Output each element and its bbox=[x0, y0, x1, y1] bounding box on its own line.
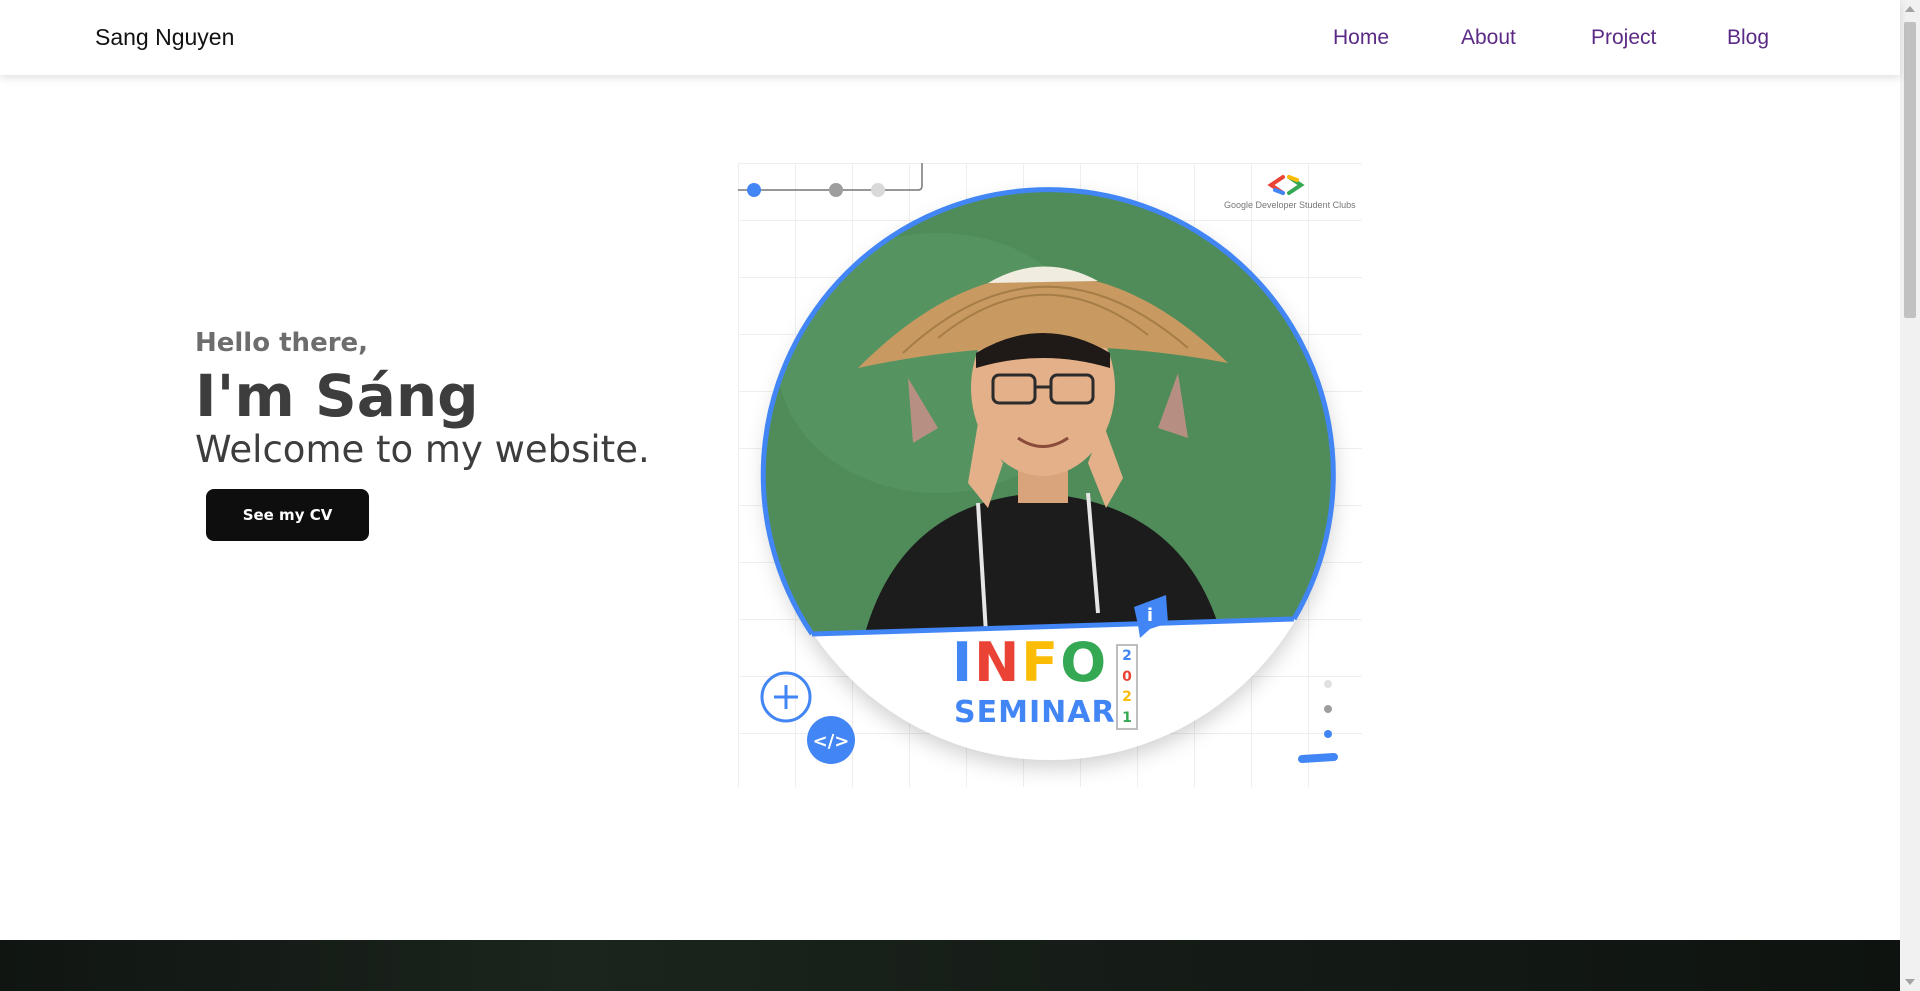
info-letter-o: O bbox=[1060, 631, 1109, 694]
year-box: 2 0 2 1 bbox=[1116, 644, 1138, 730]
code-badge-text: </> bbox=[813, 731, 850, 752]
year-digit: 2 bbox=[1122, 648, 1132, 665]
gdsc-caption: Google Developer Student Clubs bbox=[1224, 200, 1356, 210]
nav-link-home[interactable]: Home bbox=[1333, 26, 1389, 50]
info-flag-text: i bbox=[1147, 605, 1153, 626]
nav-link-about[interactable]: About bbox=[1461, 26, 1516, 50]
scrollbar-thumb[interactable] bbox=[1904, 22, 1916, 318]
hero-headline: I'm Sáng bbox=[195, 362, 479, 430]
vertical-scrollbar[interactable] bbox=[1900, 0, 1920, 991]
hero-welcome: Welcome to my website. bbox=[195, 428, 650, 471]
scroll-up-arrow-icon[interactable] bbox=[1905, 6, 1915, 12]
nav-link-blog[interactable]: Blog bbox=[1727, 26, 1769, 50]
dots-decoration bbox=[1298, 680, 1338, 763]
gdsc-logo-icon bbox=[1267, 175, 1305, 195]
scroll-down-arrow-icon[interactable] bbox=[1905, 979, 1915, 985]
nav-link-project[interactable]: Project bbox=[1591, 26, 1656, 50]
code-badge-icon: </> bbox=[807, 716, 855, 764]
year-digit: 0 bbox=[1122, 668, 1132, 685]
brand-link[interactable]: Sang Nguyen bbox=[95, 24, 234, 51]
year-digit: 1 bbox=[1122, 709, 1132, 726]
plus-circle-icon bbox=[760, 671, 812, 723]
seminar-title: SEMINAR bbox=[954, 695, 1116, 730]
top-navbar: Sang Nguyen Home About Project Blog bbox=[0, 0, 1900, 75]
dark-section-band bbox=[0, 940, 1900, 991]
info-letter-f: F bbox=[1021, 631, 1061, 694]
year-digit: 2 bbox=[1122, 689, 1132, 706]
profile-card: i </> Google Developer Student Clubs INF… bbox=[738, 163, 1362, 787]
info-letter-n: N bbox=[974, 631, 1022, 694]
see-cv-button[interactable]: See my CV bbox=[206, 489, 369, 541]
hero-greeting: Hello there, bbox=[195, 328, 369, 358]
info-title: INFO bbox=[952, 635, 1108, 691]
info-letter-i: I bbox=[952, 631, 975, 694]
hero-text: Hello there, I'm Sáng Welcome to my webs… bbox=[195, 328, 650, 472]
progress-track-decoration bbox=[738, 163, 923, 197]
